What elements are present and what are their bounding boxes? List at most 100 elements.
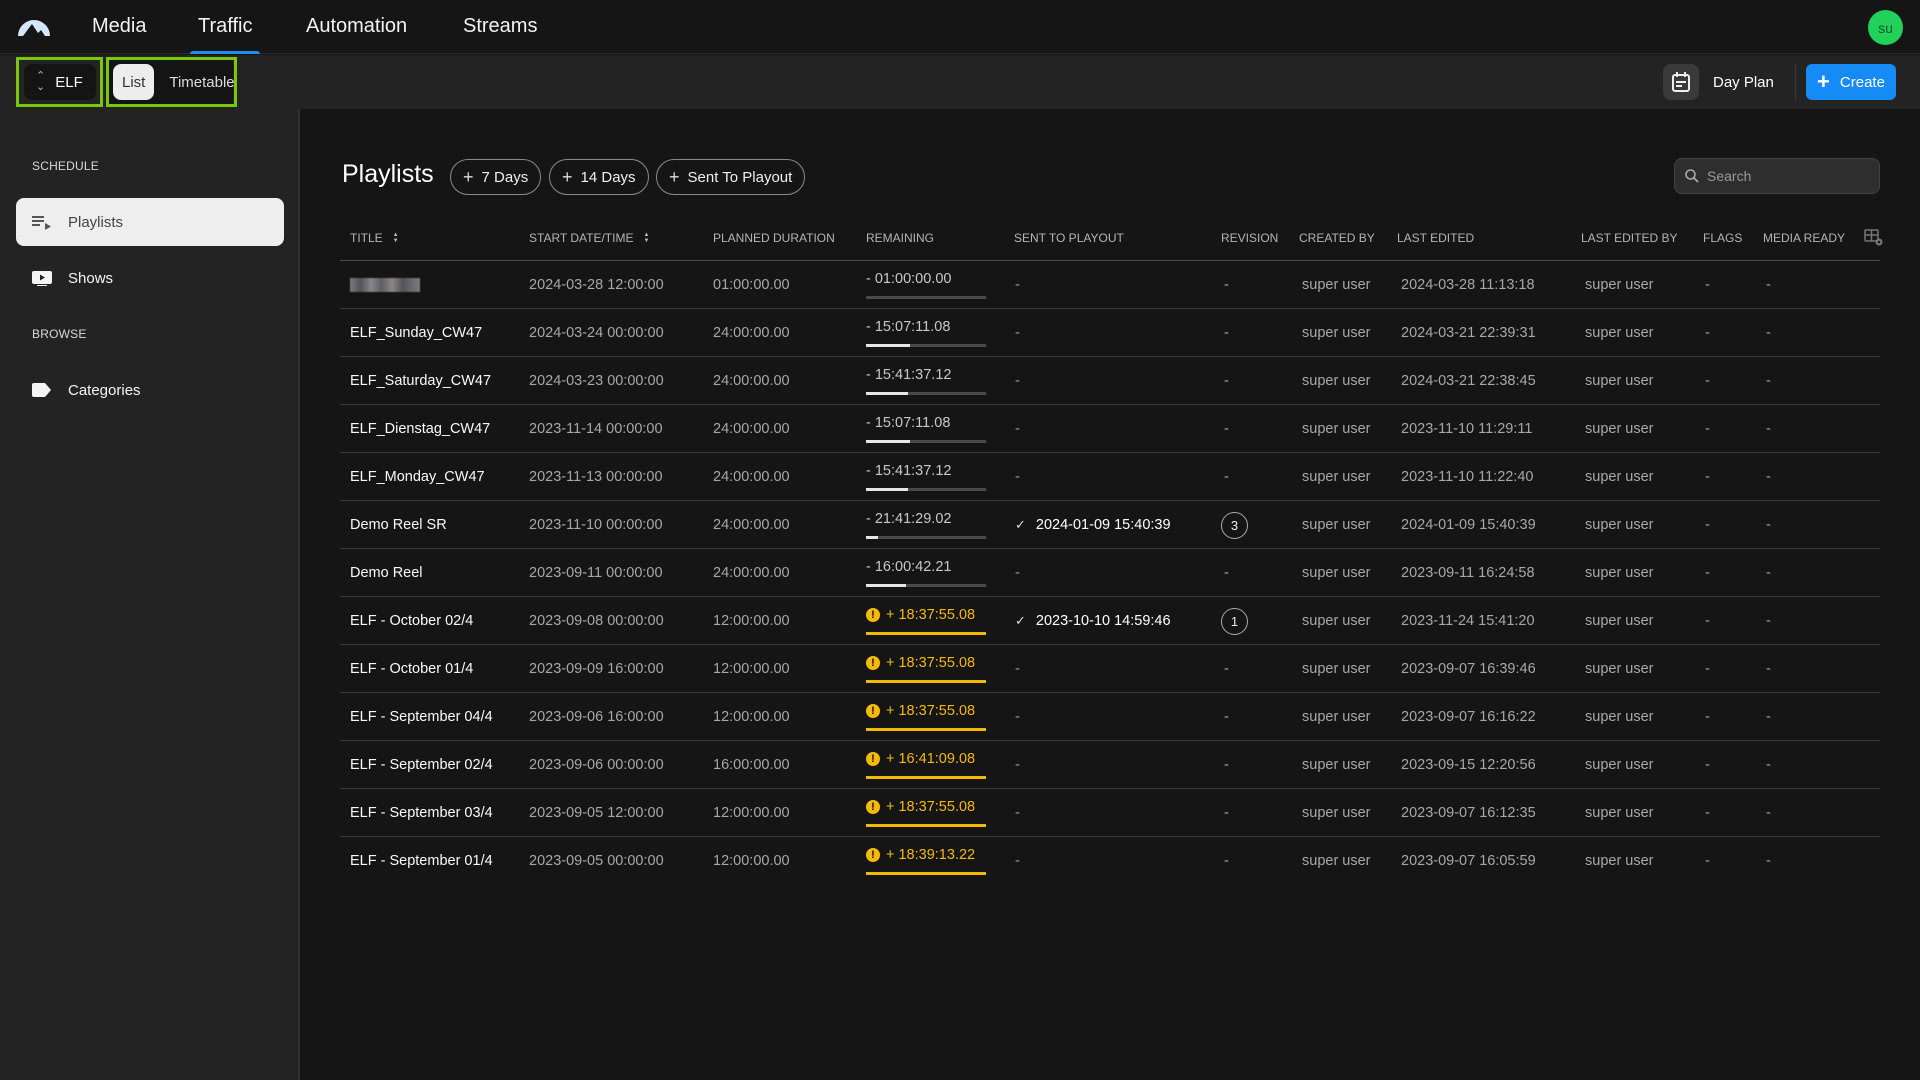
table-row[interactable]: ELF_Sunday_CW47 2024-03-24 00:00:00 24:0… xyxy=(340,309,1880,357)
nav-streams[interactable]: Streams xyxy=(463,15,537,54)
remaining-progress-track xyxy=(866,392,986,395)
toolbar xyxy=(0,55,1920,109)
table-row[interactable]: ELF - September 03/4 2023-09-05 12:00:00… xyxy=(340,789,1880,837)
cell-last-edited: 2023-09-07 16:39:46 xyxy=(1401,661,1536,677)
view-timetable-button[interactable]: Timetable xyxy=(160,64,243,100)
view-list-button[interactable]: List xyxy=(113,64,155,100)
cell-title[interactable]: ELF - October 02/4 xyxy=(350,597,473,645)
remaining-progress-fill xyxy=(866,344,911,347)
cell-remaining: - 16:00:42.21 xyxy=(866,549,986,597)
table-row[interactable]: ELF - September 01/4 2023-09-05 00:00:00… xyxy=(340,837,1880,885)
sort-icon[interactable]: ▲ ▼ xyxy=(393,232,399,244)
table-row[interactable]: Demo Reel 2023-09-11 00:00:00 24:00:00.0… xyxy=(340,549,1880,597)
cell-remaining: - 15:07:11.08 xyxy=(866,309,986,357)
cell-sent-to-playout: ✓ 2023-10-10 14:59:46 xyxy=(1015,597,1171,645)
column-header-start[interactable]: START DATE/TIME ▲ ▼ xyxy=(529,231,649,245)
cell-created-by: super user xyxy=(1302,277,1371,293)
table-row[interactable]: ELF_Monday_CW47 2023-11-13 00:00:00 24:0… xyxy=(340,453,1880,501)
cell-last-edited-by: super user xyxy=(1585,277,1654,293)
remaining-progress-fill xyxy=(866,872,986,875)
remaining-progress-track xyxy=(866,776,986,779)
remaining-value: - 16:00:42.21 xyxy=(866,559,952,575)
column-header-title[interactable]: TITLE ▲ ▼ xyxy=(350,231,399,245)
search-icon xyxy=(1685,169,1699,183)
sidebar-item-categories[interactable]: Categories xyxy=(16,366,284,414)
redacted-title xyxy=(350,278,420,292)
remaining-progress-track xyxy=(866,440,986,443)
remaining-value: + 16:41:09.08 xyxy=(886,751,976,767)
cell-title[interactable]: ELF - September 04/4 xyxy=(350,693,493,741)
cell-title[interactable]: ELF - October 01/4 xyxy=(350,645,473,693)
cell-remaining: ! + 18:37:55.08 xyxy=(866,789,986,837)
table-row[interactable]: ELF - September 02/4 2023-09-06 00:00:00… xyxy=(340,741,1880,789)
nav-traffic[interactable]: Traffic xyxy=(189,15,261,54)
cell-duration: 12:00:00.00 xyxy=(713,613,790,629)
nav-media[interactable]: Media xyxy=(92,15,146,54)
cell-created-by: super user xyxy=(1302,805,1371,821)
cell-sent-to-playout: - xyxy=(1015,709,1020,725)
remaining-progress-fill xyxy=(866,776,986,779)
table-row[interactable]: Demo Reel SR 2023-11-10 00:00:00 24:00:0… xyxy=(340,501,1880,549)
table-row[interactable]: ELF_Saturday_CW47 2024-03-23 00:00:00 24… xyxy=(340,357,1880,405)
user-avatar[interactable]: su xyxy=(1868,10,1903,45)
column-settings-icon[interactable] xyxy=(1864,229,1884,252)
cell-sent-to-playout: - xyxy=(1015,565,1020,581)
view-toggle: List Timetable xyxy=(109,60,235,104)
table-row[interactable]: ELF - September 04/4 2023-09-06 16:00:00… xyxy=(340,693,1880,741)
check-icon: ✓ xyxy=(1015,613,1026,628)
table-row[interactable]: ELF_Dienstag_CW47 2023-11-14 00:00:00 24… xyxy=(340,405,1880,453)
remaining-value: + 18:37:55.08 xyxy=(886,799,976,815)
cell-title[interactable]: ELF_Monday_CW47 xyxy=(350,453,485,501)
cell-last-edited-by: super user xyxy=(1585,757,1654,773)
table-header: TITLE ▲ ▼ START DATE/TIME ▲ ▼ PLANNED DURATI… xyxy=(340,218,1883,261)
cell-title[interactable]: ELF_Dienstag_CW47 xyxy=(350,405,490,453)
cell-title[interactable]: ELF_Sunday_CW47 xyxy=(350,309,482,357)
sidebar-item-playlists[interactable]: Playlists xyxy=(16,198,284,246)
sidebar-item-shows[interactable]: Shows xyxy=(16,254,284,302)
revision-badge[interactable]: 1 xyxy=(1221,607,1248,635)
cell-title[interactable]: Demo Reel xyxy=(350,549,423,597)
chip-label: Sent To Playout xyxy=(687,168,793,186)
cell-title[interactable] xyxy=(350,261,420,309)
cell-remaining: - 21:41:29.02 xyxy=(866,501,986,549)
cell-duration: 24:00:00.00 xyxy=(713,325,790,341)
cell-last-edited: 2023-11-10 11:22:40 xyxy=(1401,469,1534,485)
remaining-progress-track xyxy=(866,872,986,875)
cell-last-edited-by: super user xyxy=(1585,709,1654,725)
filter-chip-sent-to-playout[interactable]: + Sent To Playout xyxy=(656,159,806,195)
main-content: Playlists + 7 Days + 14 Days + Sent To P… xyxy=(302,109,1920,1080)
remaining-progress-fill xyxy=(866,392,908,395)
cell-title[interactable]: ELF - September 02/4 xyxy=(350,741,493,789)
cell-title[interactable]: ELF_Saturday_CW47 xyxy=(350,357,491,405)
warning-icon: ! xyxy=(866,848,880,862)
day-plan-button[interactable]: Day Plan xyxy=(1663,64,1774,100)
channel-select[interactable]: ⌃ ⌄ ELF xyxy=(24,64,96,100)
cell-created-by: super user xyxy=(1302,709,1371,725)
cell-revision: 1 xyxy=(1221,597,1248,645)
column-label: CREATED BY xyxy=(1299,231,1375,245)
search-input[interactable] xyxy=(1707,168,1867,184)
filter-chip-14-days[interactable]: + 14 Days xyxy=(549,159,649,195)
revision-badge[interactable]: 3 xyxy=(1221,511,1248,539)
cell-media-ready: - xyxy=(1766,661,1771,677)
cell-title[interactable]: ELF - September 03/4 xyxy=(350,789,493,837)
create-button[interactable]: + Create xyxy=(1806,64,1896,100)
cell-last-edited-by: super user xyxy=(1585,613,1654,629)
table-row[interactable]: 2024-03-28 12:00:00 01:00:00.00 - 01:00:… xyxy=(340,261,1880,309)
table-row[interactable]: ELF - October 01/4 2023-09-09 16:00:00 1… xyxy=(340,645,1880,693)
search-box[interactable] xyxy=(1674,158,1880,194)
nav-automation[interactable]: Automation xyxy=(306,15,407,54)
cell-remaining: ! + 18:39:13.22 xyxy=(866,837,986,885)
cell-sent-to-playout: ✓ 2024-01-09 15:40:39 xyxy=(1015,501,1171,549)
table-row[interactable]: ELF - October 02/4 2023-09-08 00:00:00 1… xyxy=(340,597,1880,645)
cell-media-ready: - xyxy=(1766,757,1771,773)
remaining-text: ! + 18:37:55.08 xyxy=(866,607,975,623)
mountain-logo-icon[interactable] xyxy=(17,16,51,36)
cell-title[interactable]: ELF - September 01/4 xyxy=(350,837,493,885)
sort-icon[interactable]: ▲ ▼ xyxy=(643,232,649,244)
filter-chip-7-days[interactable]: + 7 Days xyxy=(450,159,542,195)
cell-flags: - xyxy=(1705,757,1710,773)
remaining-progress-track xyxy=(866,824,986,827)
cell-title[interactable]: Demo Reel SR xyxy=(350,501,447,549)
remaining-indicator: - 15:07:11.08 xyxy=(866,412,986,446)
